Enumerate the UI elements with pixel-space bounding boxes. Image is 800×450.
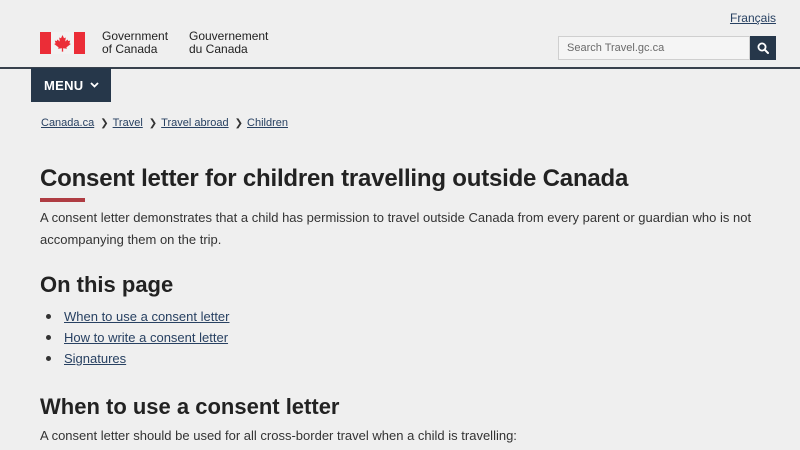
table-of-contents: When to use a consent letter How to writ… (46, 306, 229, 369)
toc-item: Signatures (46, 348, 229, 369)
toc-link-when-to-use[interactable]: When to use a consent letter (64, 306, 229, 327)
breadcrumb-link-travel[interactable]: Travel (113, 117, 143, 129)
government-signature-fr[interactable]: Gouvernement du Canada (189, 30, 268, 56)
search-icon (757, 42, 769, 54)
page-title: Consent letter for children travelling o… (40, 165, 629, 192)
breadcrumb: Canada.ca ❯ Travel ❯ Travel abroad ❯ Chi… (41, 117, 288, 129)
on-this-page-heading: On this page (40, 272, 174, 297)
toc-link-signatures[interactable]: Signatures (64, 348, 126, 369)
breadcrumb-link-children[interactable]: Children (247, 117, 288, 129)
section-heading-when-to-use: When to use a consent letter (40, 394, 340, 419)
breadcrumb-link-travel-abroad[interactable]: Travel abroad (161, 117, 228, 129)
menu-button[interactable]: MENU (31, 68, 111, 102)
toc-item: How to write a consent letter (46, 327, 229, 348)
menu-label: MENU (44, 77, 84, 93)
bullet-icon (46, 356, 51, 361)
intro-paragraph: A consent letter demonstrates that a chi… (40, 210, 752, 247)
signature-fr-line2: du Canada (189, 42, 248, 56)
search-input[interactable] (558, 36, 750, 60)
chevron-right-icon: ❯ (148, 117, 158, 129)
header-divider (0, 67, 800, 69)
government-signature-en[interactable]: Government of Canada (102, 30, 168, 56)
site-header: Français Government of Canada Gouverneme… (0, 0, 800, 68)
chevron-down-icon (90, 82, 100, 88)
language-toggle-link[interactable]: Français (730, 11, 776, 25)
search-form (558, 36, 776, 60)
toc-item: When to use a consent letter (46, 306, 229, 327)
bullet-icon (46, 314, 51, 319)
search-button[interactable] (750, 36, 776, 60)
toc-link-how-to-write[interactable]: How to write a consent letter (64, 327, 228, 348)
breadcrumb-link-canada[interactable]: Canada.ca (41, 117, 94, 129)
signature-en-line2: of Canada (102, 42, 158, 56)
section-paragraph: A consent letter should be used for all … (40, 428, 517, 443)
bullet-icon (46, 335, 51, 340)
title-underline (40, 198, 85, 202)
chevron-right-icon: ❯ (234, 117, 244, 129)
canada-flag-icon (40, 32, 85, 54)
chevron-right-icon: ❯ (100, 117, 109, 129)
